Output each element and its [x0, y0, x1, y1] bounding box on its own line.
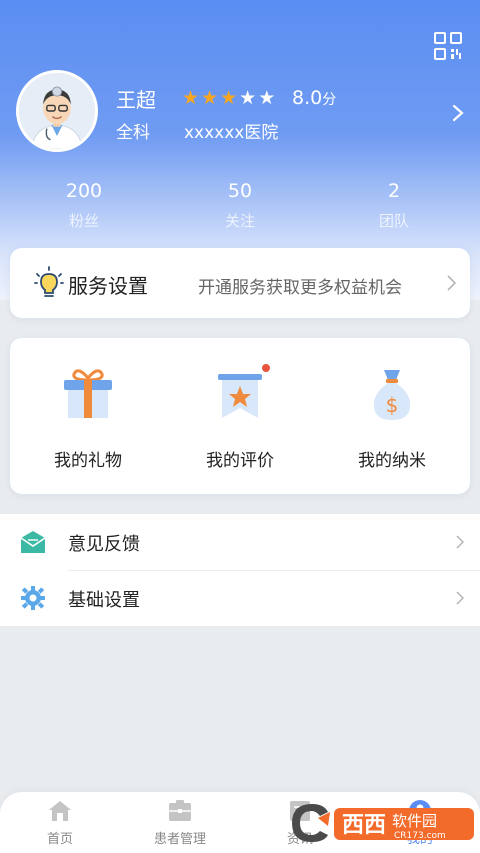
stat-fans[interactable]: 200 粉丝 [24, 180, 144, 231]
chevron-right-icon[interactable] [452, 104, 464, 122]
stat-value: 2 [387, 180, 401, 202]
gear-icon [21, 586, 45, 610]
score-unit: 分 [322, 92, 337, 108]
stat-following[interactable]: 50 关注 [180, 180, 300, 231]
grid-item-label: 我的礼物 [54, 451, 122, 471]
score-value: 8.0 [292, 87, 323, 109]
folder-icon [169, 800, 191, 821]
bottom-tab-bar: 首页 患者管理 资讯 我的 西西 软件园 CR173.com [0, 792, 480, 853]
stat-team[interactable]: 2 团队 [334, 180, 454, 231]
money-bag-icon: $ [373, 370, 411, 420]
grid-item-nano[interactable]: $ 我的纳米 [322, 338, 462, 494]
doctor-name: 王超 [116, 88, 156, 112]
star-icon: ★ [201, 87, 219, 109]
stat-label: 团队 [378, 212, 409, 230]
stat-value: 50 [227, 180, 253, 202]
tab-home[interactable]: 首页 [0, 800, 120, 847]
envelope-icon [20, 531, 46, 553]
home-icon [49, 801, 71, 821]
review-badge-icon [218, 364, 270, 418]
grid-item-label: 我的评价 [206, 451, 274, 471]
doctor-department: 全科 [116, 123, 150, 143]
grid-item-reviews[interactable]: 我的评价 [170, 338, 310, 494]
menu-item-label: 基础设置 [68, 590, 140, 611]
tab-patients[interactable]: 患者管理 [120, 800, 240, 847]
doctor-hospital: xxxxxx医院 [184, 123, 279, 143]
watermark-brand: 西西 [342, 813, 386, 838]
site-watermark-logo: 西西 软件园 CR173.com [292, 804, 474, 842]
watermark-sub: 软件园 [392, 812, 437, 830]
rating-stars: ★ ★ ★ ★ ★ [182, 88, 275, 108]
svg-text:$: $ [386, 393, 399, 417]
stat-label: 关注 [224, 212, 255, 230]
menu-list: 意见反馈 基础设置 [0, 514, 480, 626]
service-settings-card[interactable]: 服务设置 开通服务获取更多权益机会 [10, 248, 470, 318]
menu-item-settings[interactable]: 基础设置 [0, 570, 480, 626]
qr-code-icon[interactable] [434, 32, 462, 60]
menu-item-label: 意见反馈 [68, 534, 140, 555]
star-icon: ★ [258, 87, 276, 109]
grid-item-gifts[interactable]: 我的礼物 [18, 338, 158, 494]
chevron-right-icon [456, 535, 464, 549]
doctor-avatar[interactable] [16, 70, 98, 152]
watermark-url: CR173.com [394, 831, 446, 841]
chevron-right-icon [447, 275, 456, 291]
service-title: 服务设置 [68, 274, 148, 298]
grid-item-label: 我的纳米 [358, 451, 426, 471]
service-description: 开通服务获取更多权益机会 [198, 278, 402, 298]
rating-score: 8.0分 [292, 87, 336, 109]
tab-label: 患者管理 [153, 832, 206, 847]
menu-item-feedback[interactable]: 意见反馈 [0, 514, 480, 571]
tab-label: 首页 [46, 832, 73, 847]
feature-grid: 我的礼物 我的评价 $ 我的纳米 [10, 338, 470, 494]
gift-icon [64, 369, 112, 418]
lightbulb-icon [34, 266, 64, 297]
chevron-right-icon [456, 591, 464, 605]
stat-value: 200 [65, 180, 103, 202]
stat-label: 粉丝 [68, 212, 99, 230]
star-icon: ★ [220, 87, 238, 109]
star-icon: ★ [182, 87, 200, 109]
star-icon: ★ [239, 87, 257, 109]
